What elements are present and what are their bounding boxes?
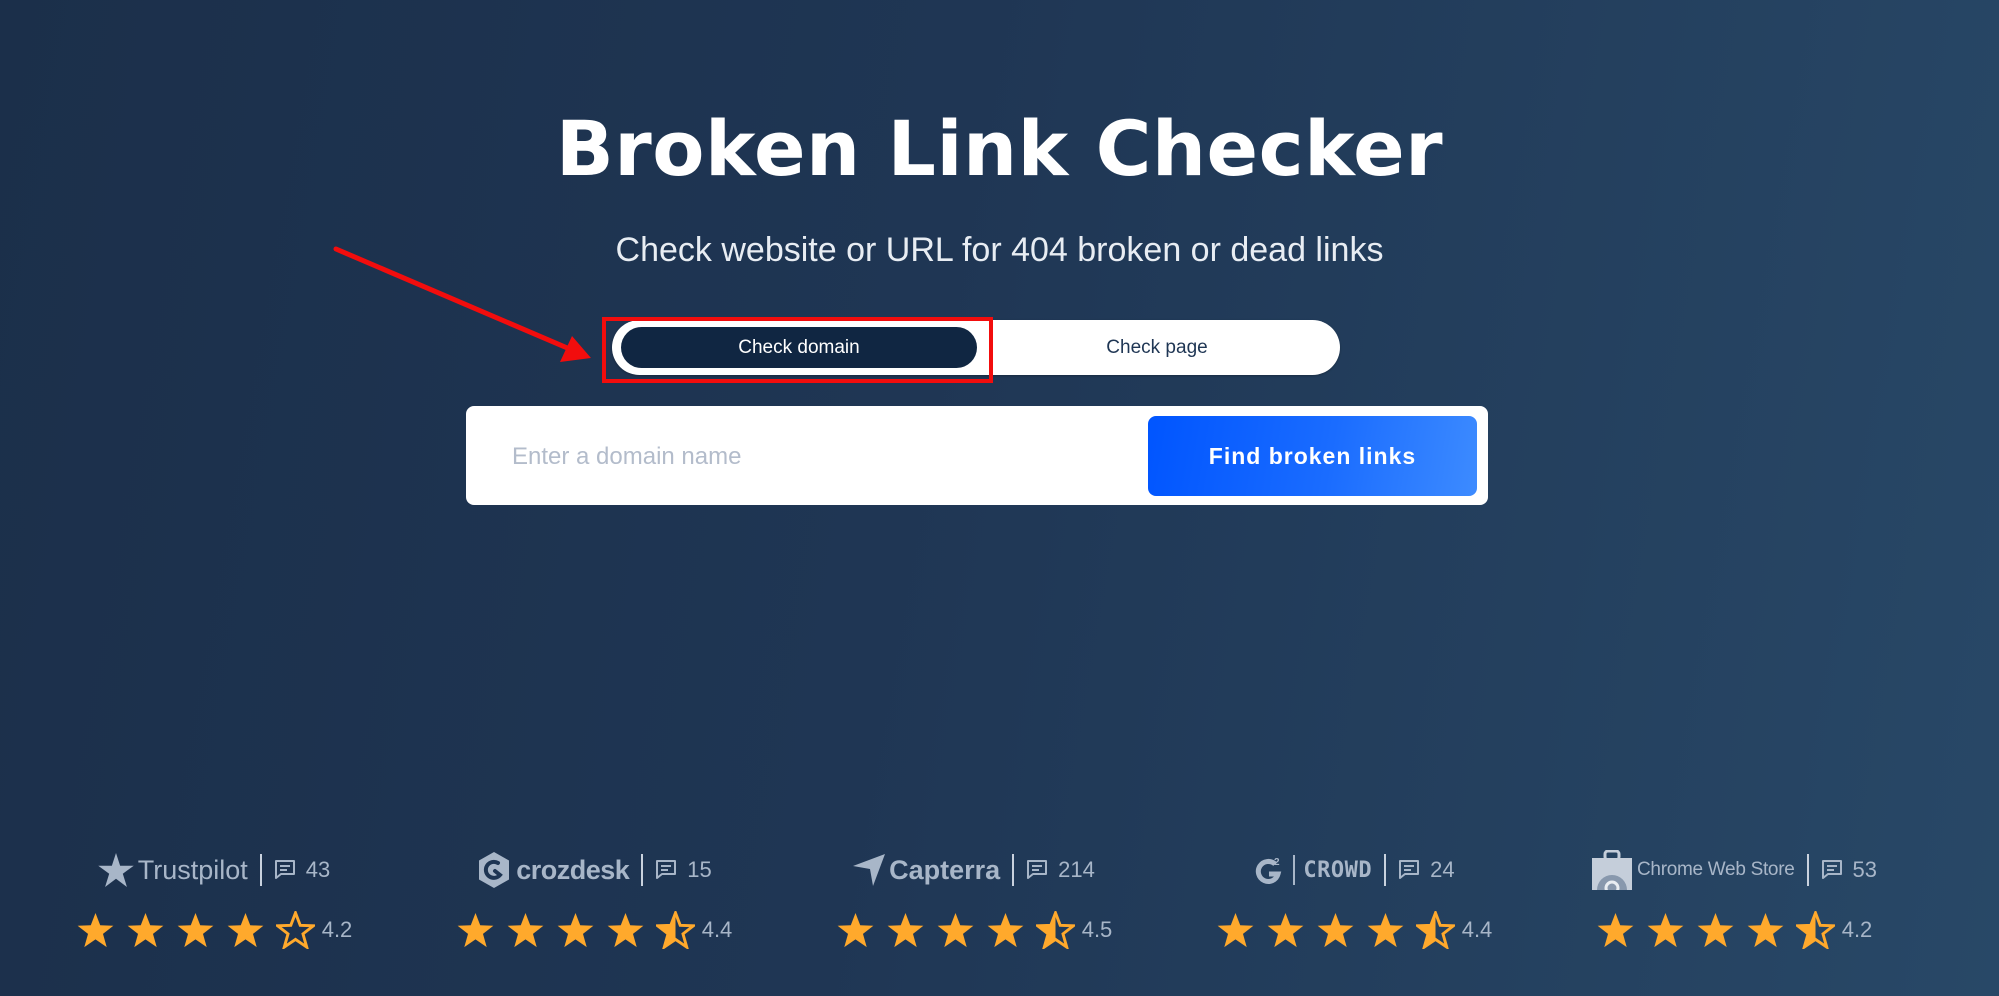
g2-separator xyxy=(1293,855,1296,885)
check-domain-label: Check domain xyxy=(738,336,860,358)
star-full-icon xyxy=(177,912,214,948)
comment-icon xyxy=(274,860,295,879)
star-full-icon xyxy=(1367,912,1404,948)
star-full-icon xyxy=(887,912,924,948)
g2-logo-icon: 2 xyxy=(1256,857,1282,884)
star-full-icon xyxy=(557,912,594,948)
crozdesk-logo-icon xyxy=(479,852,510,888)
star-half-icon xyxy=(1035,911,1075,949)
rating-score: 4.4 xyxy=(701,917,733,942)
rating-chrome-web-store[interactable]: Chrome Web Store 53 4.2 xyxy=(1564,845,1904,975)
star-half-icon xyxy=(1795,911,1835,949)
trustpilot-star-icon xyxy=(97,853,134,887)
star-rating: 4.4 xyxy=(1216,905,1493,955)
rating-score: 4.4 xyxy=(1461,917,1493,942)
star-full-icon xyxy=(507,912,544,948)
review-count: 24 xyxy=(1430,857,1455,882)
star-full-icon xyxy=(937,912,974,948)
divider xyxy=(1012,854,1015,886)
comment-icon xyxy=(1027,860,1048,879)
star-rating: 4.2 xyxy=(76,905,353,955)
star-half-icon xyxy=(1415,911,1455,949)
divider xyxy=(1384,854,1387,886)
star-full-icon xyxy=(1267,912,1304,948)
platform-name: Trustpilot xyxy=(137,854,248,885)
star-full-icon xyxy=(607,912,644,948)
star-full-icon xyxy=(1747,912,1784,948)
star-full-icon xyxy=(457,912,494,948)
page-title: Broken Link Checker xyxy=(555,104,1444,193)
domain-input[interactable] xyxy=(510,426,1134,487)
page-subtitle: Check website or URL for 404 broken or d… xyxy=(615,231,1384,269)
divider xyxy=(1806,854,1809,886)
review-count: 43 xyxy=(305,857,331,882)
star-full-icon xyxy=(987,912,1024,948)
rating-crozdesk[interactable]: crozdesk 15 4.4 xyxy=(424,845,764,975)
rating-capterra[interactable]: Capterra 214 4.5 xyxy=(804,845,1144,975)
review-count: 15 xyxy=(687,857,712,882)
star-half-icon xyxy=(655,911,695,949)
rating-score: 4.5 xyxy=(1081,917,1113,942)
svg-text:2: 2 xyxy=(1274,857,1280,868)
mode-toggle: Check domain Check page xyxy=(612,320,1340,375)
star-full-icon xyxy=(1317,912,1354,948)
star-full-icon xyxy=(227,912,264,948)
star-rating: 4.5 xyxy=(836,905,1113,955)
star-full-icon xyxy=(1697,912,1734,948)
rating-g2-crowd[interactable]: 2 CROWD 24 4.4 xyxy=(1184,845,1524,975)
comment-icon xyxy=(656,860,677,879)
platform-name: Chrome Web Store xyxy=(1637,859,1795,880)
divider xyxy=(259,854,262,886)
star-full-icon xyxy=(127,912,164,948)
check-page-tab[interactable]: Check page xyxy=(982,327,1332,368)
star-full-icon xyxy=(1597,912,1634,948)
platform-name: Capterra xyxy=(889,854,1001,885)
check-domain-tab[interactable]: Check domain xyxy=(621,327,977,368)
capterra-arrow-icon xyxy=(853,854,886,886)
ratings-row: Trustpilot 43 4.2 crozdesk 15 4.4 Capter… xyxy=(0,845,1999,975)
search-bar: Find broken links xyxy=(466,406,1488,505)
comment-icon xyxy=(1821,860,1842,879)
find-broken-links-button[interactable]: Find broken links xyxy=(1148,416,1477,496)
star-full-icon xyxy=(1217,912,1254,948)
comment-icon xyxy=(1399,860,1420,879)
rating-score: 4.2 xyxy=(321,917,353,942)
platform-name: CROWD xyxy=(1303,857,1373,883)
check-page-label: Check page xyxy=(1106,336,1208,358)
star-full-icon xyxy=(77,912,114,948)
star-full-icon xyxy=(837,912,874,948)
star-empty-icon xyxy=(275,911,315,949)
star-rating: 4.2 xyxy=(1596,905,1873,955)
rating-trustpilot[interactable]: Trustpilot 43 4.2 xyxy=(44,845,384,975)
review-count: 214 xyxy=(1058,857,1095,882)
review-count: 53 xyxy=(1852,857,1877,882)
star-rating: 4.4 xyxy=(456,905,733,955)
star-full-icon xyxy=(1647,912,1684,948)
platform-name: crozdesk xyxy=(516,854,630,885)
divider xyxy=(641,854,644,886)
chrome-web-store-icon xyxy=(1592,850,1633,890)
rating-score: 4.2 xyxy=(1841,917,1873,942)
